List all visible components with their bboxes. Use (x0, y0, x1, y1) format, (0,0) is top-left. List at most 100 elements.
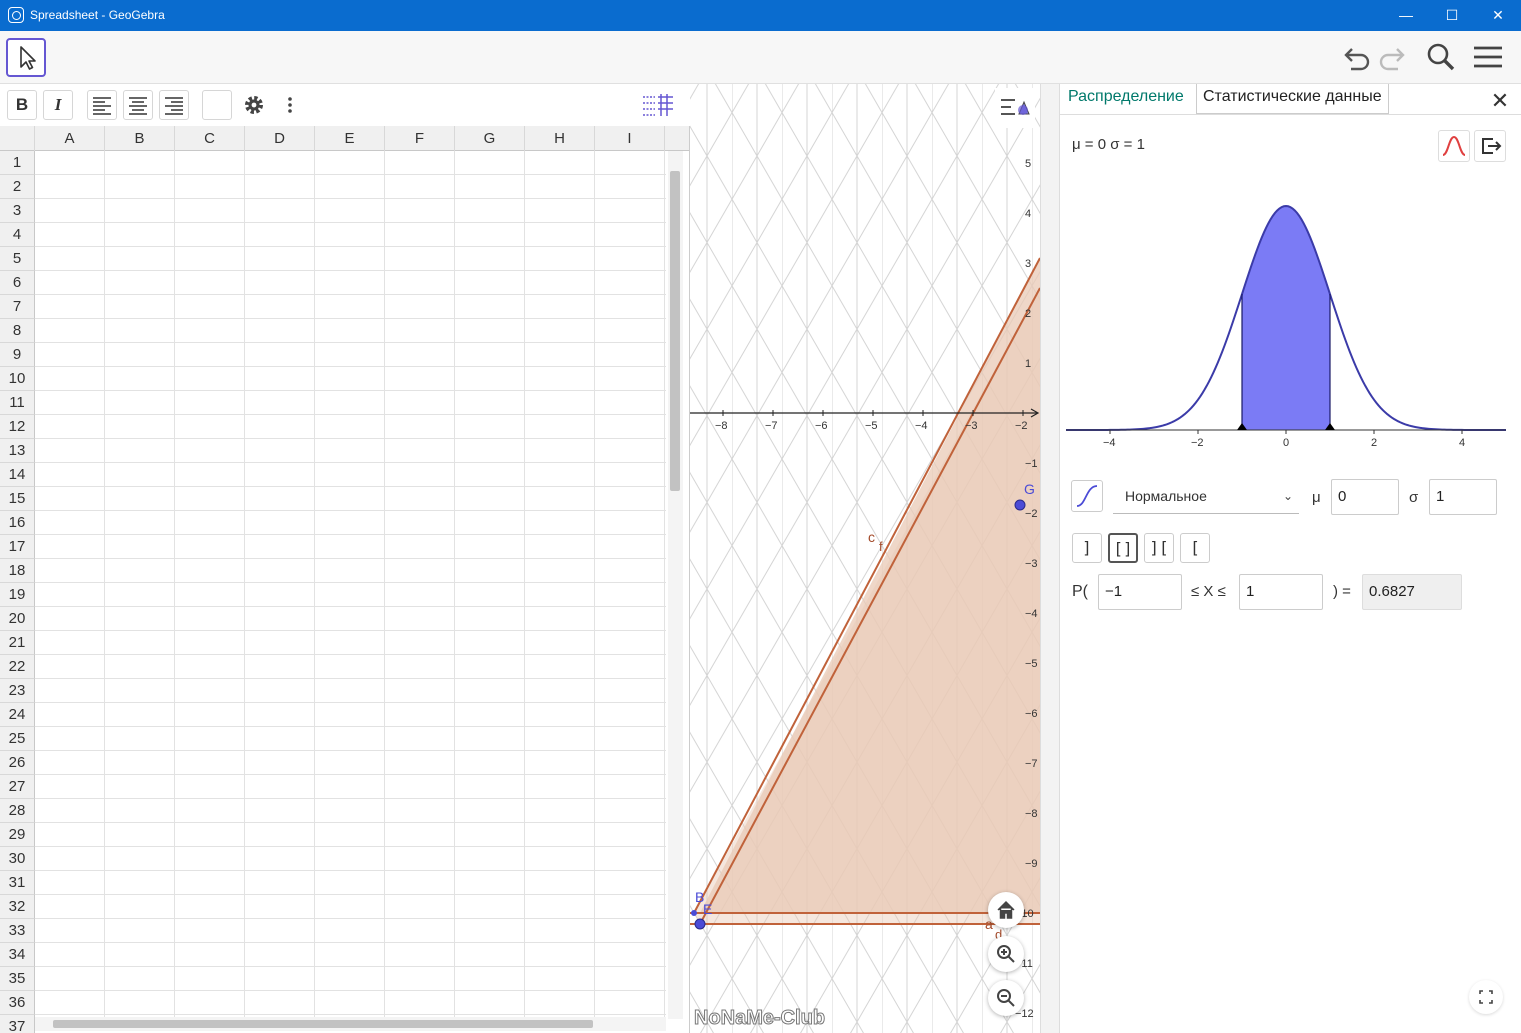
right-sided-button[interactable]: [ (1180, 533, 1210, 563)
tab-distribution[interactable]: Распределение (1062, 84, 1190, 114)
row-header[interactable]: 13 (0, 439, 35, 463)
row-header[interactable]: 33 (0, 919, 35, 943)
row-header[interactable]: 24 (0, 703, 35, 727)
row-header[interactable]: 16 (0, 511, 35, 535)
home-button[interactable] (988, 892, 1024, 928)
distribution-select[interactable]: Нормальное ⌄ (1113, 480, 1299, 514)
graphics-style-bar-toggle[interactable] (995, 88, 1035, 128)
redo-icon[interactable] (1376, 41, 1410, 75)
row-header[interactable]: 19 (0, 583, 35, 607)
row-header[interactable]: 18 (0, 559, 35, 583)
view-divider[interactable] (1040, 84, 1060, 1033)
zoom-out-button[interactable] (988, 980, 1024, 1016)
lower-bound-input[interactable]: −1 (1098, 574, 1182, 610)
grid-toggle-icon[interactable] (641, 93, 675, 117)
column-header[interactable]: C (175, 126, 245, 151)
row-header[interactable]: 37 (0, 1015, 35, 1033)
overlay-normal-curve-button[interactable] (1438, 130, 1470, 162)
row-header[interactable]: 9 (0, 343, 35, 367)
horizontal-scrollbar-thumb[interactable] (53, 1020, 593, 1028)
row-header[interactable]: 15 (0, 487, 35, 511)
mu-input[interactable]: 0 (1331, 479, 1399, 515)
row-header[interactable]: 2 (0, 175, 35, 199)
row-header[interactable]: 30 (0, 847, 35, 871)
row-header[interactable]: 35 (0, 967, 35, 991)
row-header[interactable]: 6 (0, 271, 35, 295)
row-header[interactable]: 1 (0, 151, 35, 175)
graphics-canvas[interactable]: −8 −7 −6 −5 −4 −3 −2 54321−1−2−3−4−5−6−7−8−9−1… (690, 84, 1040, 1033)
row-header[interactable]: 14 (0, 463, 35, 487)
row-header[interactable]: 22 (0, 655, 35, 679)
menu-icon[interactable] (1471, 41, 1505, 75)
point-b[interactable] (691, 910, 697, 916)
column-header[interactable]: B (105, 126, 175, 151)
column-header[interactable]: D (245, 126, 315, 151)
row-header[interactable]: 12 (0, 415, 35, 439)
italic-button[interactable]: I (43, 90, 73, 120)
distribution-plot[interactable]: −4 −2 0 2 4 (1066, 180, 1506, 460)
column-header[interactable]: H (525, 126, 595, 151)
minimize-button[interactable]: — (1383, 0, 1429, 31)
left-sided-button[interactable]: ] (1072, 533, 1102, 563)
row-header[interactable]: 32 (0, 895, 35, 919)
spreadsheet-cells-grid[interactable] (35, 151, 666, 1021)
point-g[interactable] (1014, 499, 1026, 511)
row-header[interactable]: 10 (0, 367, 35, 391)
tab-statistics[interactable]: Статистические данные (1196, 84, 1389, 114)
more-options-button[interactable] (275, 90, 305, 120)
vertical-scrollbar[interactable] (668, 151, 683, 1019)
export-button[interactable] (1474, 130, 1506, 162)
background-color-button[interactable] (202, 90, 232, 120)
row-header[interactable]: 3 (0, 199, 35, 223)
point-e[interactable] (694, 918, 706, 930)
cumulative-toggle-button[interactable] (1071, 480, 1103, 512)
row-header[interactable]: 21 (0, 631, 35, 655)
y-tick-label: −5 (1025, 658, 1038, 670)
close-panel-button[interactable]: ✕ (1488, 90, 1512, 114)
sigma-input[interactable]: 1 (1429, 479, 1497, 515)
column-header[interactable]: E (315, 126, 385, 151)
row-header[interactable]: 7 (0, 295, 35, 319)
chevron-down-icon: ⌄ (1282, 489, 1293, 503)
close-window-button[interactable]: ✕ (1475, 0, 1521, 31)
bold-button[interactable]: B (7, 90, 37, 120)
row-header[interactable]: 17 (0, 535, 35, 559)
row-header[interactable]: 28 (0, 799, 35, 823)
align-right-button[interactable] (159, 90, 189, 120)
row-header[interactable]: 5 (0, 247, 35, 271)
row-header[interactable]: 20 (0, 607, 35, 631)
align-center-button[interactable] (123, 90, 153, 120)
row-header[interactable]: 8 (0, 319, 35, 343)
column-header[interactable]: A (35, 126, 105, 151)
fullscreen-button[interactable] (1469, 980, 1503, 1014)
row-header[interactable]: 23 (0, 679, 35, 703)
search-icon[interactable] (1424, 41, 1458, 75)
column-header[interactable]: G (455, 126, 525, 151)
row-header[interactable]: 11 (0, 391, 35, 415)
graphics-view[interactable]: −8 −7 −6 −5 −4 −3 −2 5 4 3 2 1 −1 −2 −3 −4 −5 −6 −7 −8 −9 −1… (690, 84, 1040, 1033)
column-header[interactable]: I (595, 126, 665, 151)
row-header[interactable]: 34 (0, 943, 35, 967)
row-header[interactable]: 26 (0, 751, 35, 775)
row-header[interactable]: 31 (0, 871, 35, 895)
row-header[interactable]: 25 (0, 727, 35, 751)
settings-button[interactable] (239, 90, 269, 120)
column-header[interactable]: F (385, 126, 455, 151)
zoom-in-button[interactable] (988, 936, 1024, 972)
interval-button[interactable]: [] (1108, 533, 1138, 563)
horizontal-scrollbar[interactable] (35, 1017, 666, 1031)
row-header[interactable]: 29 (0, 823, 35, 847)
row-header[interactable]: 4 (0, 223, 35, 247)
two-tailed-button[interactable]: ][ (1144, 533, 1174, 563)
upper-bound-input[interactable]: 1 (1239, 574, 1323, 610)
align-left-button[interactable] (87, 90, 117, 120)
move-tool-button[interactable] (6, 38, 46, 77)
undo-icon[interactable] (1339, 41, 1373, 75)
row-header[interactable]: 27 (0, 775, 35, 799)
maximize-button[interactable]: ☐ (1429, 0, 1475, 31)
row-header[interactable]: 36 (0, 991, 35, 1015)
distribution-tick-label: −4 (1103, 437, 1116, 449)
vertical-scrollbar-thumb[interactable] (670, 171, 680, 491)
corner-cell[interactable] (0, 126, 35, 151)
y-tick-label: 1 (1025, 358, 1031, 370)
